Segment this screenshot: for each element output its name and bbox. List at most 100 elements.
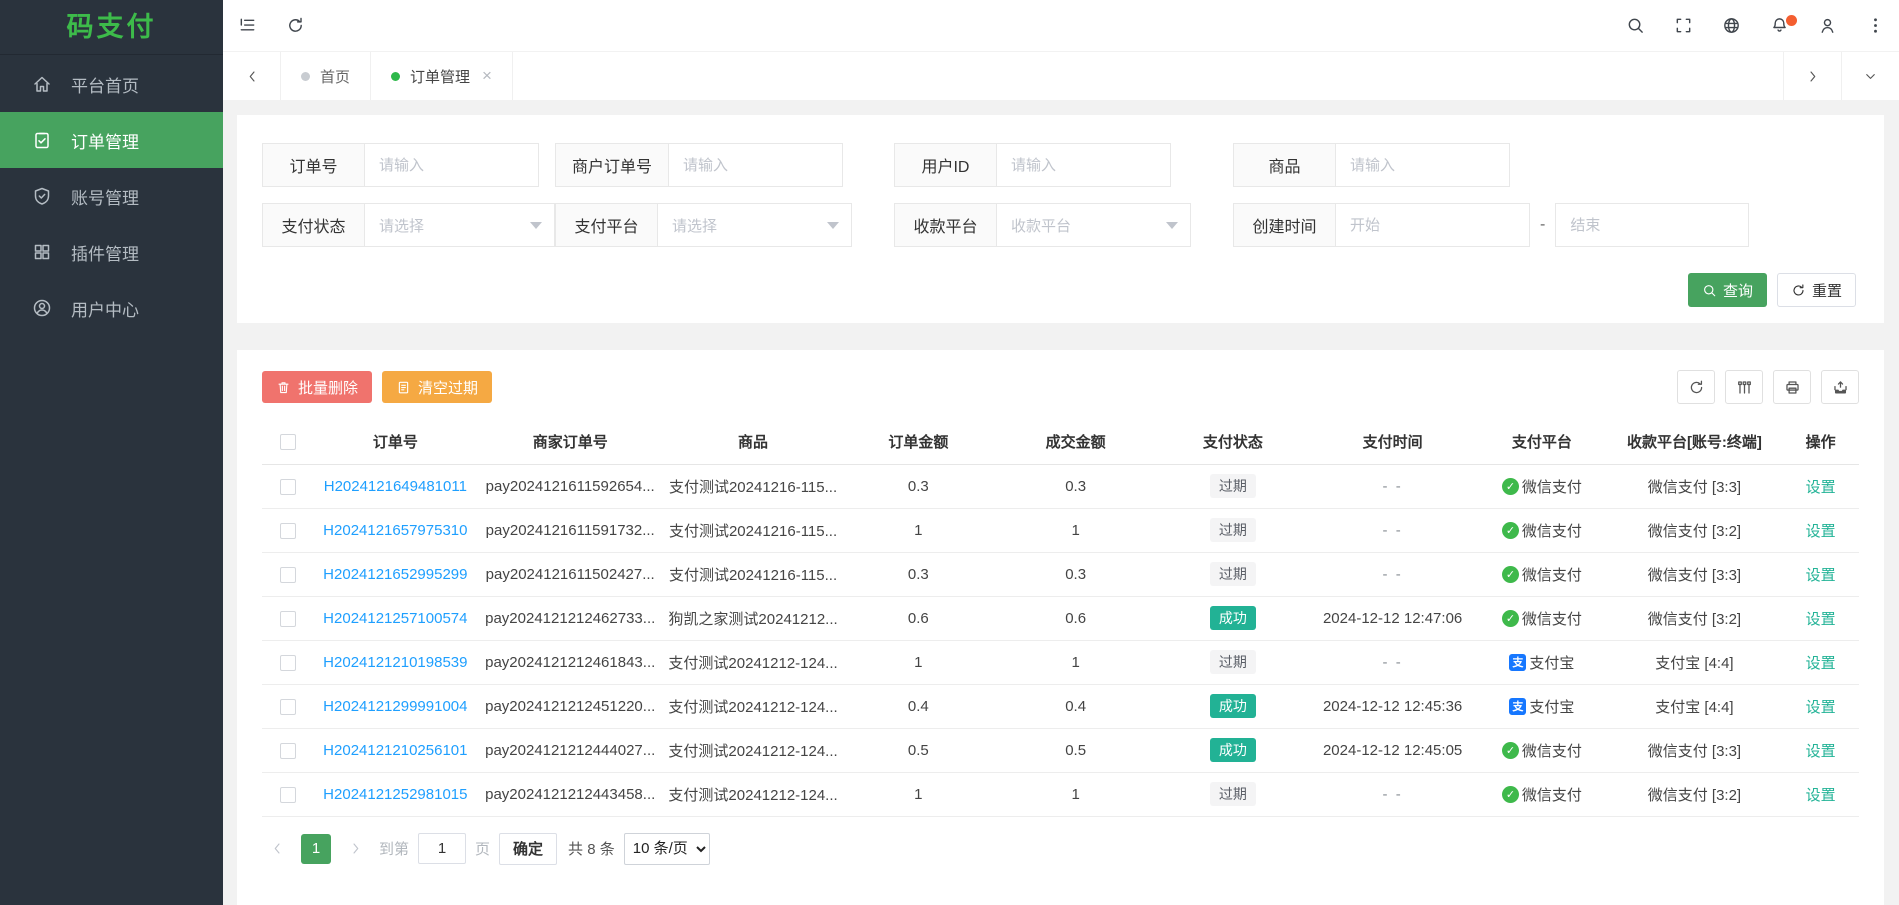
filter-text-input[interactable] <box>1350 157 1495 174</box>
filter-select-control[interactable]: 收款平台 <box>997 203 1191 247</box>
top-header <box>223 0 1899 51</box>
tabs-scroll-right-button[interactable] <box>1783 52 1841 100</box>
order-number-link[interactable]: H2024121299991004 <box>323 698 467 715</box>
row-checkbox[interactable] <box>280 743 296 759</box>
row-checkbox-cell <box>262 508 313 552</box>
filter-text-input[interactable] <box>379 157 524 174</box>
filter-text-input[interactable] <box>683 157 828 174</box>
refresh-tool-button[interactable] <box>1677 370 1715 404</box>
platform-label: 微信支付 <box>1522 564 1582 585</box>
prev-page-button[interactable] <box>262 834 292 864</box>
tab-1[interactable]: 首页 <box>280 52 371 100</box>
paid-amount-cell: 0.3 <box>993 464 1157 508</box>
settings-link[interactable]: 设置 <box>1806 655 1836 672</box>
main-content: 订单号商户订单号用户ID商品 支付状态请选择支付平台请选择收款平台收款平台创建时… <box>223 100 1899 905</box>
row-checkbox-cell <box>262 464 313 508</box>
sidebar-item-label: 账号管理 <box>71 184 139 209</box>
sidebar-item-4[interactable]: 插件管理 <box>0 224 223 280</box>
pay-time-cell: - - <box>1308 464 1477 508</box>
menu-fold-icon <box>238 16 257 35</box>
next-page-button[interactable] <box>340 834 370 864</box>
select-all-checkbox[interactable] <box>280 434 296 450</box>
settings-link[interactable]: 设置 <box>1806 523 1836 540</box>
settings-link[interactable]: 设置 <box>1806 743 1836 760</box>
tabs-scroll-left-button[interactable] <box>223 52 281 100</box>
language-button[interactable] <box>1707 0 1755 51</box>
filter-select-placeholder: 收款平台 <box>1011 215 1071 236</box>
page-size-select[interactable]: 10 条/页 <box>624 833 710 865</box>
column-header: 商品 <box>663 420 843 464</box>
search-button[interactable] <box>1611 0 1659 51</box>
sidebar-item-3[interactable]: 账号管理 <box>0 168 223 224</box>
settings-link[interactable]: 设置 <box>1806 479 1836 496</box>
query-button[interactable]: 查询 <box>1688 273 1767 307</box>
clear-expired-button[interactable]: 清空过期 <box>382 371 492 403</box>
order-number-link[interactable]: H2024121210198539 <box>323 654 467 671</box>
row-checkbox[interactable] <box>280 699 296 715</box>
filter-field-1: 订单号 <box>262 143 555 187</box>
column-header: 订单金额 <box>843 420 993 464</box>
settings-link[interactable]: 设置 <box>1806 567 1836 584</box>
page-number-input[interactable] <box>418 833 466 864</box>
date-end-input[interactable] <box>1570 217 1734 234</box>
order-number-link[interactable]: H2024121210256101 <box>323 742 467 759</box>
wechat-icon: ✓ <box>1502 478 1519 495</box>
goto-confirm-button[interactable]: 确定 <box>499 833 557 865</box>
header-checkbox-cell <box>262 420 313 464</box>
document-icon <box>396 380 411 395</box>
order-number-link[interactable]: H2024121652995299 <box>323 566 467 583</box>
batch-delete-button[interactable]: 批量删除 <box>262 371 372 403</box>
order-number-link[interactable]: H2024121649481011 <box>324 478 467 495</box>
filter-select-2: 支付平台请选择 <box>555 203 894 247</box>
row-checkbox[interactable] <box>280 611 296 627</box>
date-start-input[interactable] <box>1350 217 1515 234</box>
refresh-page-button[interactable] <box>271 0 319 51</box>
action-cell: 设置 <box>1782 552 1859 596</box>
notifications-button[interactable] <box>1755 0 1803 51</box>
settings-link[interactable]: 设置 <box>1806 699 1836 716</box>
fullscreen-button[interactable] <box>1659 0 1707 51</box>
order-no-cell: H2024121652995299 <box>313 552 477 596</box>
settings-link[interactable]: 设置 <box>1806 787 1836 804</box>
print-tool-button[interactable] <box>1773 370 1811 404</box>
filter-field-3: 用户ID <box>894 143 1233 187</box>
merchant-order-no-cell: pay2024121212461843... <box>478 640 663 684</box>
reset-button[interactable]: 重置 <box>1777 273 1856 307</box>
row-checkbox[interactable] <box>280 479 296 495</box>
filter-text-input[interactable] <box>1011 157 1156 174</box>
row-checkbox[interactable] <box>280 523 296 539</box>
export-tool-button[interactable] <box>1821 370 1859 404</box>
platform: ✓微信支付 <box>1502 608 1582 629</box>
settings-link[interactable]: 设置 <box>1806 611 1836 628</box>
row-checkbox[interactable] <box>280 655 296 671</box>
columns-tool-button[interactable] <box>1725 370 1763 404</box>
action-cell: 设置 <box>1782 464 1859 508</box>
user-menu-button[interactable] <box>1803 0 1851 51</box>
tab-2[interactable]: 订单管理× <box>370 52 513 100</box>
more-button[interactable] <box>1851 0 1899 51</box>
platform-label: 微信支付 <box>1522 740 1582 761</box>
menu-toggle-button[interactable] <box>223 0 271 51</box>
close-icon[interactable]: × <box>482 66 492 86</box>
paid-amount-cell: 0.4 <box>993 684 1157 728</box>
current-page-button[interactable]: 1 <box>301 834 331 864</box>
sidebar-item-2[interactable]: 订单管理 <box>0 112 223 168</box>
platform-cell-td: ✓微信支付 <box>1477 772 1606 816</box>
print-icon <box>1784 379 1801 396</box>
filter-select-control[interactable]: 请选择 <box>365 203 555 247</box>
filter-select-control[interactable]: 请选择 <box>658 203 852 247</box>
row-checkbox[interactable] <box>280 787 296 803</box>
order-number-link[interactable]: H2024121252981015 <box>323 786 467 803</box>
order-number-link[interactable]: H2024121257100574 <box>323 610 467 627</box>
order-number-link[interactable]: H2024121657975310 <box>323 522 467 539</box>
status-badge: 过期 <box>1210 474 1256 498</box>
tabs: 首页订单管理× <box>281 52 513 100</box>
column-header: 支付平台 <box>1477 420 1606 464</box>
sidebar-item-5[interactable]: 用户中心 <box>0 280 223 336</box>
sidebar-item-1[interactable]: 平台首页 <box>0 56 223 112</box>
wechat-icon: ✓ <box>1502 566 1519 583</box>
filter-field-label: 订单号 <box>262 143 365 187</box>
row-checkbox[interactable] <box>280 567 296 583</box>
wechat-icon: ✓ <box>1502 742 1519 759</box>
tabs-menu-button[interactable] <box>1841 52 1899 100</box>
